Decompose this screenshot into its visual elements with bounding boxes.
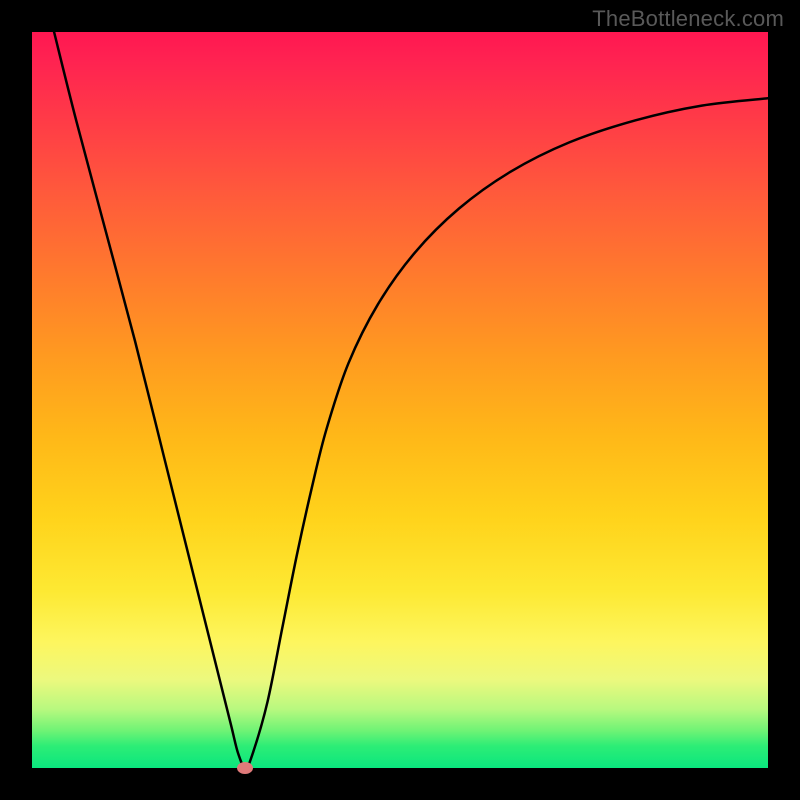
- minimum-marker: [237, 762, 253, 774]
- bottleneck-curve-svg: [32, 32, 768, 768]
- watermark-text: TheBottleneck.com: [592, 6, 784, 32]
- bottleneck-curve-path: [54, 32, 768, 768]
- chart-container: TheBottleneck.com: [0, 0, 800, 800]
